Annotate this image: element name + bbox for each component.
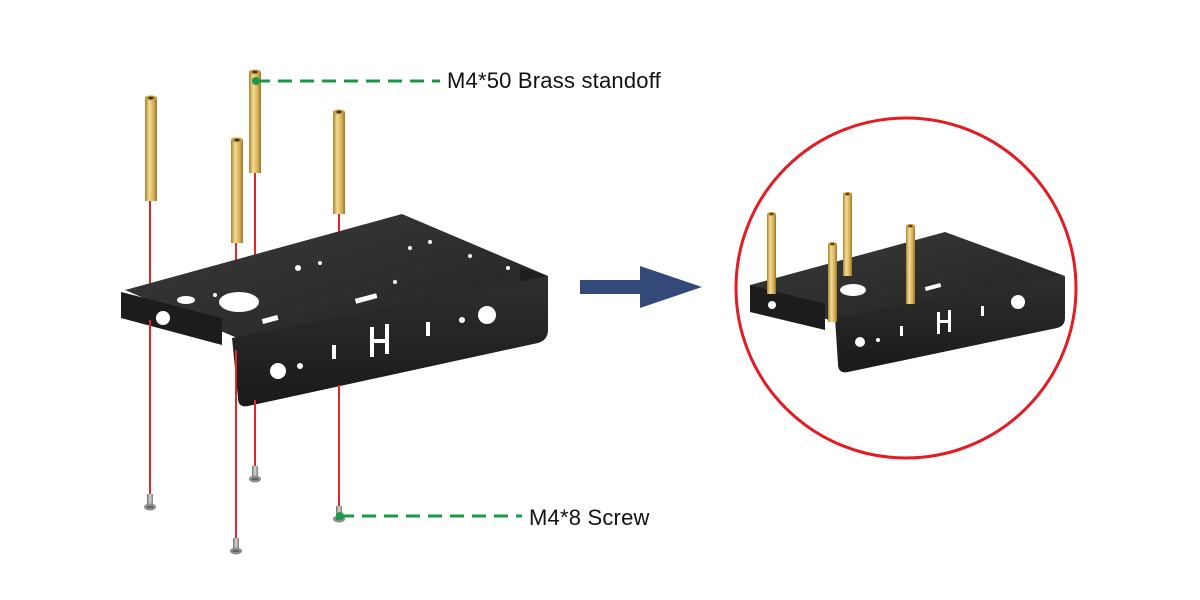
chassis-plate	[121, 214, 548, 407]
standoff-callout-label: M4*50 Brass standoff	[447, 68, 661, 93]
screws	[144, 466, 345, 555]
cutout	[855, 337, 865, 347]
cutout	[459, 317, 465, 323]
h-cutout	[372, 339, 387, 343]
hole	[177, 296, 195, 304]
brass-standoffs	[145, 69, 345, 243]
assembled-standoff-2	[843, 192, 852, 276]
screw-3	[249, 466, 261, 483]
hole	[318, 261, 322, 265]
h-cutout	[939, 320, 950, 323]
exploded-view	[121, 69, 548, 555]
cutout	[156, 311, 170, 325]
cutout	[478, 306, 496, 324]
assembled-standoff-4	[828, 242, 837, 322]
cutout	[270, 363, 286, 379]
standoff-1	[145, 95, 157, 201]
hole	[506, 266, 510, 270]
standoff-3	[249, 69, 261, 173]
hole	[428, 240, 432, 244]
standoff-2	[231, 137, 243, 243]
standoff-leader-dot	[252, 77, 260, 85]
hole	[840, 284, 866, 296]
hole	[213, 293, 217, 297]
hole	[393, 280, 397, 284]
direction-arrow	[580, 266, 702, 308]
cutout	[1011, 295, 1025, 309]
assembled-standoff-1	[767, 212, 776, 294]
standoff-4	[333, 109, 345, 214]
assembled-view	[734, 116, 1078, 460]
cutout	[297, 363, 303, 369]
hole	[295, 265, 301, 271]
hole	[468, 254, 472, 258]
cutout	[876, 338, 880, 342]
screw-1	[144, 494, 156, 511]
assembled-standoff-3	[906, 224, 915, 304]
cutout	[900, 326, 903, 336]
hole	[219, 292, 259, 312]
cutout	[426, 322, 430, 336]
screw-leader-dot	[336, 512, 344, 520]
cutout	[981, 306, 984, 316]
hole	[408, 246, 412, 250]
screw-callout-label: M4*8 Screw	[529, 505, 650, 530]
screw-2	[230, 538, 242, 555]
cutout	[332, 345, 336, 359]
cutout	[768, 301, 776, 309]
